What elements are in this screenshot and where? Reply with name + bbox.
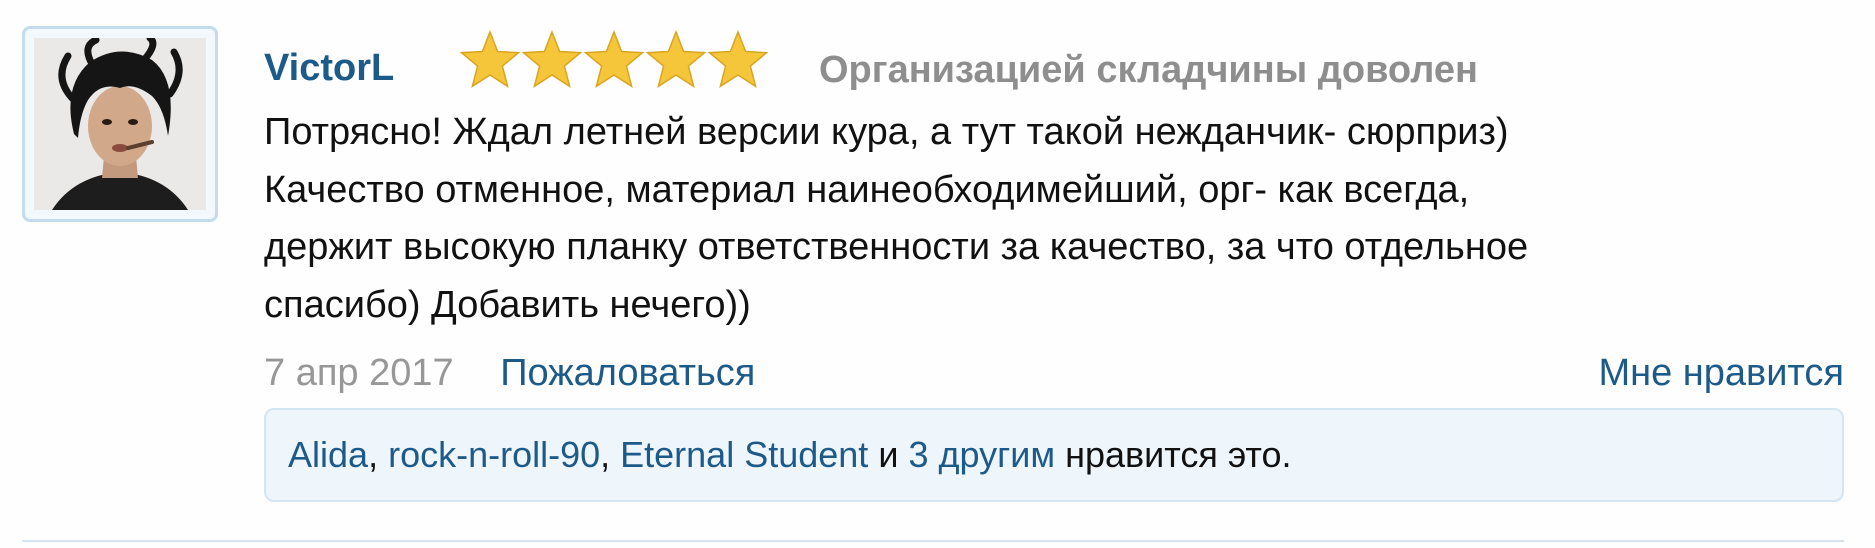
avatar-image [34, 38, 206, 210]
rating-title: Организацией складчины доволен [819, 49, 1478, 91]
star-icon [645, 29, 707, 88]
avatar-frame[interactable] [22, 26, 218, 222]
review-text-line: держит высокую планку ответственности за… [264, 226, 1529, 268]
report-link[interactable]: Пожаловаться [500, 352, 755, 394]
liker-link[interactable]: Alida [288, 434, 368, 475]
star-icon [521, 29, 583, 88]
divider [22, 540, 1844, 542]
review-text-line: Потрясно! Ждал летней версии кура, а тут… [264, 111, 1509, 153]
likes-separator: , [368, 434, 389, 475]
likes-conjunction: и [868, 434, 909, 475]
review-meta: 7 апр 2017 Пожаловаться Мне нравится [264, 345, 1844, 401]
liker-link[interactable]: Eternal Student [620, 434, 868, 475]
review-text-line: спасибо) Добавить нечего)) [264, 283, 751, 326]
liker-link[interactable]: rock-n-roll-90 [388, 434, 600, 475]
review-text: Потрясно! Ждал летней версии кура, а тут… [264, 104, 1844, 334]
likes-separator: , [600, 434, 621, 475]
star-icon [707, 29, 769, 88]
star-icon [459, 29, 521, 88]
like-button[interactable]: Мне нравится [1598, 345, 1844, 401]
review-text-line: Качество отменное, материал наинеобходим… [264, 168, 1470, 211]
star-rating [459, 29, 769, 88]
star-icon [583, 29, 645, 88]
others-link[interactable]: 3 другим [908, 434, 1055, 475]
likes-summary: Alida, rock-n-roll-90, Eternal Student и… [264, 408, 1844, 502]
likes-suffix: нравится это. [1055, 434, 1292, 475]
avatar[interactable] [34, 38, 206, 210]
username-link[interactable]: VictorL [264, 40, 394, 96]
review-date: 7 апр 2017 [264, 352, 454, 394]
